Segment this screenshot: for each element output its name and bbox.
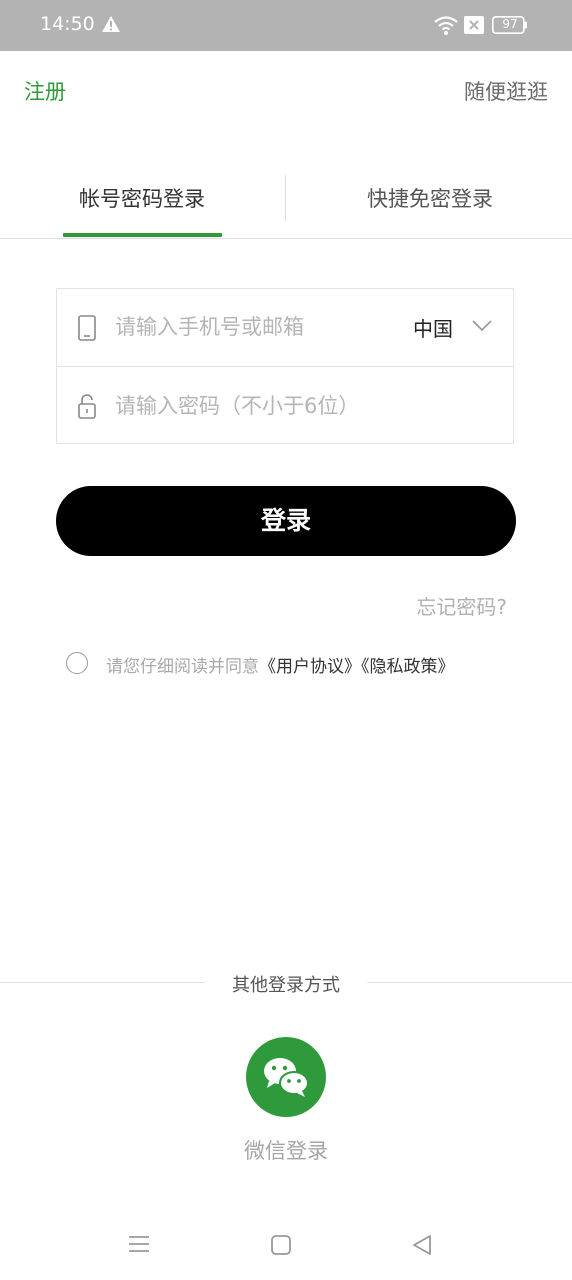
user-agreement-link[interactable]: 《用户协议》 [259, 657, 361, 677]
register-link[interactable]: 注册 [24, 76, 66, 106]
country-select[interactable]: 中国 [413, 313, 453, 342]
agreement-text: 请您仔细阅读并同意《用户协议》《隐私政策》 [106, 652, 455, 677]
status-time: 14:50 [40, 13, 95, 35]
divider-right [367, 982, 572, 983]
wechat-login-label: 微信登录 [244, 1139, 328, 1163]
form-separator [57, 366, 513, 367]
password-input[interactable] [115, 391, 445, 421]
other-login-title: 其他登录方式 [232, 975, 340, 996]
tab-divider [285, 175, 286, 221]
tab-password-login[interactable]: 帐号密码登录 [62, 183, 222, 213]
privacy-policy-link[interactable]: 《隐私政策》 [361, 657, 455, 677]
login-form: 中国 [56, 288, 514, 444]
wechat-icon [264, 1058, 309, 1097]
forgot-password-link[interactable]: 忘记密码? [416, 591, 507, 620]
agreement-prefix: 请您仔细阅读并同意 [106, 657, 259, 677]
battery-level: 97 [502, 17, 518, 31]
tabs-divider-line [0, 238, 572, 239]
back-icon[interactable] [412, 1234, 432, 1256]
phone-icon [78, 315, 96, 341]
menu-icon[interactable] [128, 1234, 150, 1254]
sim-x-icon [464, 16, 484, 34]
login-button[interactable]: 登录 [56, 486, 516, 556]
chevron-down-icon[interactable] [471, 319, 493, 333]
status-bar: 14:50 97 [0, 0, 572, 51]
home-icon[interactable] [271, 1235, 291, 1255]
browse-link[interactable]: 随便逛逛 [464, 76, 548, 106]
tab-quick-login[interactable]: 快捷免密登录 [350, 183, 510, 213]
agreement-radio[interactable] [66, 652, 88, 674]
lock-icon [78, 394, 96, 419]
wechat-login-button[interactable] [246, 1037, 326, 1117]
divider-left [0, 982, 205, 983]
active-tab-indicator [63, 233, 222, 237]
phone-email-input[interactable] [115, 312, 395, 342]
wifi-icon [434, 16, 458, 35]
warning-icon [102, 16, 120, 32]
